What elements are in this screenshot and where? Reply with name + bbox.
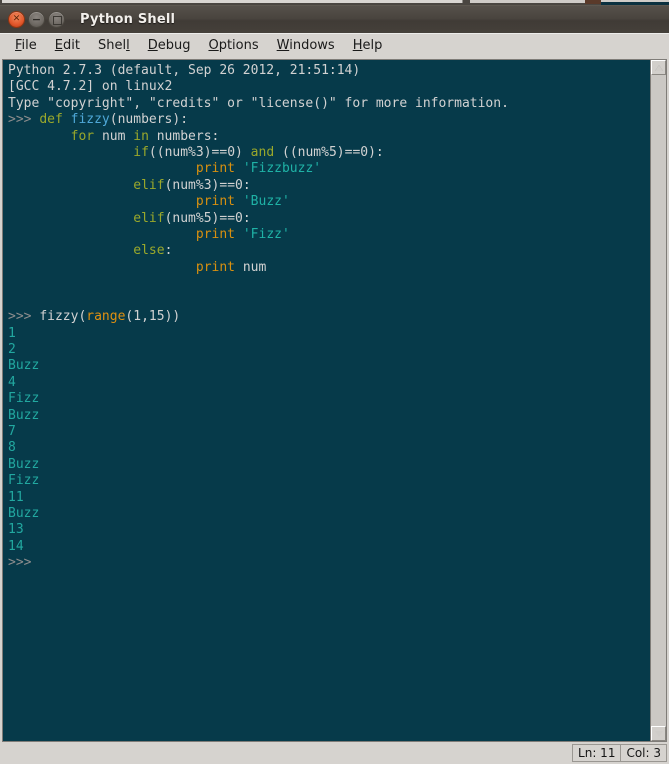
- menu-item-edit[interactable]: Edit: [46, 36, 89, 55]
- menu-item-options[interactable]: Options: [199, 36, 267, 55]
- menu-item-file[interactable]: File: [6, 36, 46, 55]
- scroll-up-icon[interactable]: [651, 60, 666, 75]
- minimize-icon: −: [31, 13, 42, 26]
- shell-text-area[interactable]: Python 2.7.3 (default, Sep 26 2012, 21:5…: [3, 60, 650, 741]
- status-bar-spacer: [0, 744, 573, 762]
- shell-text-area-wrapper: Python 2.7.3 (default, Sep 26 2012, 21:5…: [2, 59, 650, 742]
- status-line-indicator: Ln: 11: [572, 744, 622, 762]
- menu-item-help[interactable]: Help: [344, 36, 392, 55]
- minimize-button[interactable]: −: [28, 11, 45, 28]
- menu-item-debug[interactable]: Debug: [139, 36, 200, 55]
- maximize-button[interactable]: [48, 11, 65, 28]
- background-window-1: [2, 0, 463, 3]
- scroll-down-icon[interactable]: [651, 726, 666, 741]
- maximize-icon: [53, 16, 62, 25]
- menu-bar: File Edit Shell Debug Options Windows He…: [0, 33, 669, 57]
- shell-body: Python 2.7.3 (default, Sep 26 2012, 21:5…: [0, 57, 669, 742]
- python-shell-window: ✕ − Python Shell File Edit Shell Debug O…: [0, 5, 669, 764]
- close-button[interactable]: ✕: [8, 11, 25, 28]
- close-icon: ✕: [12, 14, 21, 24]
- status-column-indicator: Col: 3: [620, 744, 667, 762]
- scrollbar-track[interactable]: [651, 75, 666, 726]
- window-title: Python Shell: [80, 12, 176, 27]
- menu-item-shell[interactable]: Shell: [89, 36, 139, 55]
- status-bar: Ln: 11 Col: 3: [0, 742, 669, 764]
- title-bar[interactable]: ✕ − Python Shell: [0, 5, 669, 33]
- vertical-scrollbar[interactable]: [650, 59, 667, 742]
- background-window-3: [585, 0, 601, 4]
- menu-item-windows[interactable]: Windows: [268, 36, 344, 55]
